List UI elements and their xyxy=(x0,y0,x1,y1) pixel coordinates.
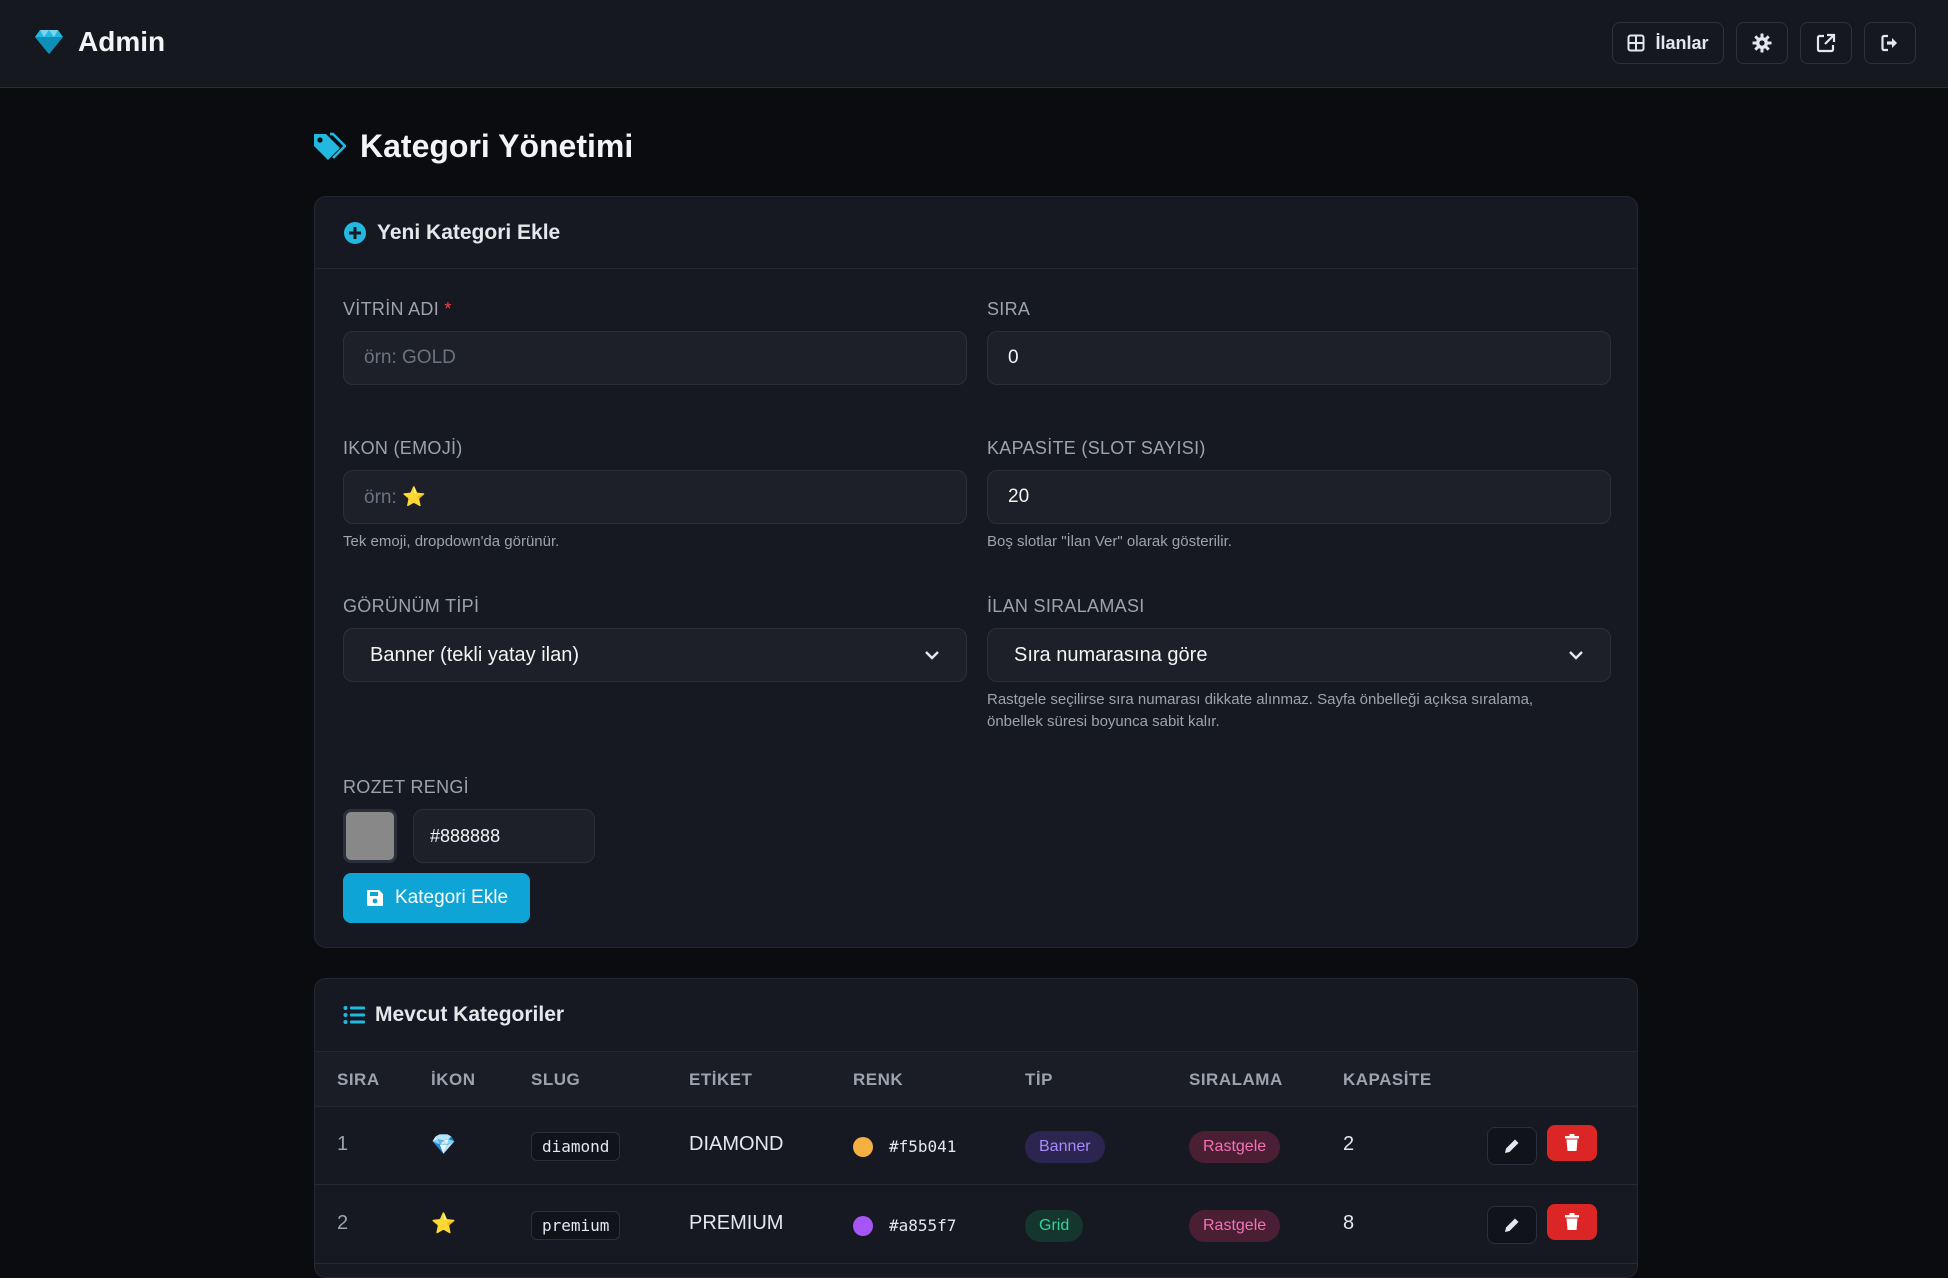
table-row: 1 💎 diamond DIAMOND #f5b041 Banner Rastg… xyxy=(315,1107,1637,1185)
row-ikon: ⭐ xyxy=(431,1213,456,1235)
gorunum-label: GÖRÜNÜM TİPİ xyxy=(343,596,480,616)
categories-title: Mevcut Kategoriler xyxy=(375,1003,565,1026)
col-tip: TİP xyxy=(1025,1070,1053,1089)
row-siralama-badge: Rastgele xyxy=(1189,1131,1281,1163)
col-etiket: ETİKET xyxy=(689,1070,753,1089)
ikon-input[interactable]: örn: ⭐ xyxy=(343,470,967,524)
row-slug: diamond xyxy=(531,1132,621,1161)
edit-button[interactable] xyxy=(1487,1127,1537,1165)
pencil-icon xyxy=(1505,1218,1519,1232)
siralama-select[interactable]: Sıra numarasına göre xyxy=(987,628,1611,682)
save-icon xyxy=(367,890,383,906)
row-renk: #a855f7 xyxy=(889,1216,957,1235)
vitrin-label: VİTRİN ADI * xyxy=(343,299,452,319)
row-slug: premium xyxy=(531,1211,621,1240)
trash-icon xyxy=(1565,1134,1579,1151)
row-siralama-badge: Rastgele xyxy=(1189,1210,1281,1242)
row-sira: 1 xyxy=(337,1133,349,1155)
siralama-selected: Sıra numarasına göre xyxy=(1014,643,1208,666)
plus-circle-icon xyxy=(344,221,366,244)
row-tip-badge: Grid xyxy=(1025,1210,1084,1242)
chevron-down-icon xyxy=(1569,651,1583,660)
sira-input[interactable]: 0 xyxy=(987,331,1611,385)
row-color-dot xyxy=(853,1216,873,1236)
pencil-icon xyxy=(1505,1139,1519,1153)
delete-button[interactable] xyxy=(1547,1204,1597,1240)
color-swatch[interactable] xyxy=(343,809,397,863)
diamond-icon xyxy=(35,30,63,54)
edit-button[interactable] xyxy=(1487,1206,1537,1244)
rozet-label: ROZET RENGİ xyxy=(343,777,469,797)
add-category-button[interactable]: Kategori Ekle xyxy=(343,873,531,923)
vitrin-input[interactable]: örn: GOLD xyxy=(343,331,967,385)
new-category-header: Yeni Kategori Ekle xyxy=(315,197,1637,269)
gorunum-selected: Banner (tekli yatay ilan) xyxy=(370,643,579,666)
categories-card: Mevcut Kategoriler SIRA İKON SLUG ETİKET… xyxy=(314,978,1638,1278)
page-title-text: Kategori Yönetimi xyxy=(360,128,634,164)
table-row: 2 ⭐ premium PREMIUM #a855f7 Grid Rastgel… xyxy=(315,1186,1637,1264)
row-tip-badge: Banner xyxy=(1025,1131,1105,1163)
gear-icon xyxy=(1752,33,1772,53)
col-sira: SIRA xyxy=(337,1070,380,1089)
row-kapasite: 8 xyxy=(1343,1212,1355,1234)
add-category-label: Kategori Ekle xyxy=(395,887,509,908)
siralama-label: İLAN SIRALAMASI xyxy=(987,596,1145,616)
col-renk: RENK xyxy=(853,1070,904,1089)
settings-button[interactable] xyxy=(1736,22,1788,64)
ikon-label: IKON (EMOJİ) xyxy=(343,438,463,458)
row-color-dot xyxy=(853,1137,873,1157)
list-icon xyxy=(343,1006,365,1024)
siralama-hint-line-2: önbellek süresi boyunca sabit kalır. xyxy=(987,713,1220,730)
kapasite-hint: Boş slotlar "İlan Ver" olarak gösterilir… xyxy=(987,533,1232,550)
kapasite-label: KAPASİTE (SLOT SAYISI) xyxy=(987,438,1206,458)
row-ikon: 💎 xyxy=(431,1134,456,1156)
logout-icon xyxy=(1881,34,1897,52)
external-link-icon xyxy=(1816,33,1836,53)
kapasite-input[interactable]: 20 xyxy=(987,470,1611,524)
top-actions: İlanlar xyxy=(1612,22,1916,64)
delete-button[interactable] xyxy=(1547,1125,1597,1161)
col-kapasite: KAPASİTE xyxy=(1343,1070,1432,1089)
logout-button[interactable] xyxy=(1864,22,1916,64)
row-kapasite: 2 xyxy=(1343,1133,1355,1155)
categories-header: Mevcut Kategoriler xyxy=(315,979,1637,1051)
chevron-down-icon xyxy=(925,651,939,660)
table-header: SIRA İKON SLUG ETİKET RENK TİP SIRALAMA … xyxy=(315,1051,1637,1107)
gorunum-select[interactable]: Banner (tekli yatay ilan) xyxy=(343,628,967,682)
brand-name: Admin xyxy=(78,26,166,57)
row-sira: 2 xyxy=(337,1212,349,1234)
page-title: Kategori Yönetimi xyxy=(312,128,633,165)
trash-icon xyxy=(1565,1213,1579,1230)
ikon-hint: Tek emoji, dropdown'da görünür. xyxy=(343,533,560,550)
new-category-card: Yeni Kategori Ekle VİTRİN ADI * örn: GOL… xyxy=(314,196,1638,948)
open-site-button[interactable] xyxy=(1800,22,1852,64)
col-slug: SLUG xyxy=(531,1070,581,1089)
brand[interactable]: Admin xyxy=(34,26,165,58)
col-siralama: SIRALAMA xyxy=(1189,1070,1283,1089)
row-etiket: PREMIUM xyxy=(689,1212,784,1234)
siralama-hint-line-1: Rastgele seçilirse sıra numarası dikkate… xyxy=(987,691,1534,708)
ilanlar-label: İlanlar xyxy=(1655,32,1709,53)
sira-label: SIRA xyxy=(987,299,1031,319)
row-etiket: DIAMOND xyxy=(689,1133,784,1155)
col-ikon: İKON xyxy=(431,1070,476,1089)
rozet-input[interactable]: #888888 xyxy=(413,809,595,863)
tags-icon xyxy=(314,132,346,160)
new-category-title: Yeni Kategori Ekle xyxy=(377,220,561,244)
ilanlar-button[interactable]: İlanlar xyxy=(1612,22,1724,64)
row-renk: #f5b041 xyxy=(889,1137,957,1156)
top-bar: Admin İlanlar xyxy=(0,0,1948,88)
grid-icon xyxy=(1627,34,1645,52)
required-marker: * xyxy=(444,299,452,319)
